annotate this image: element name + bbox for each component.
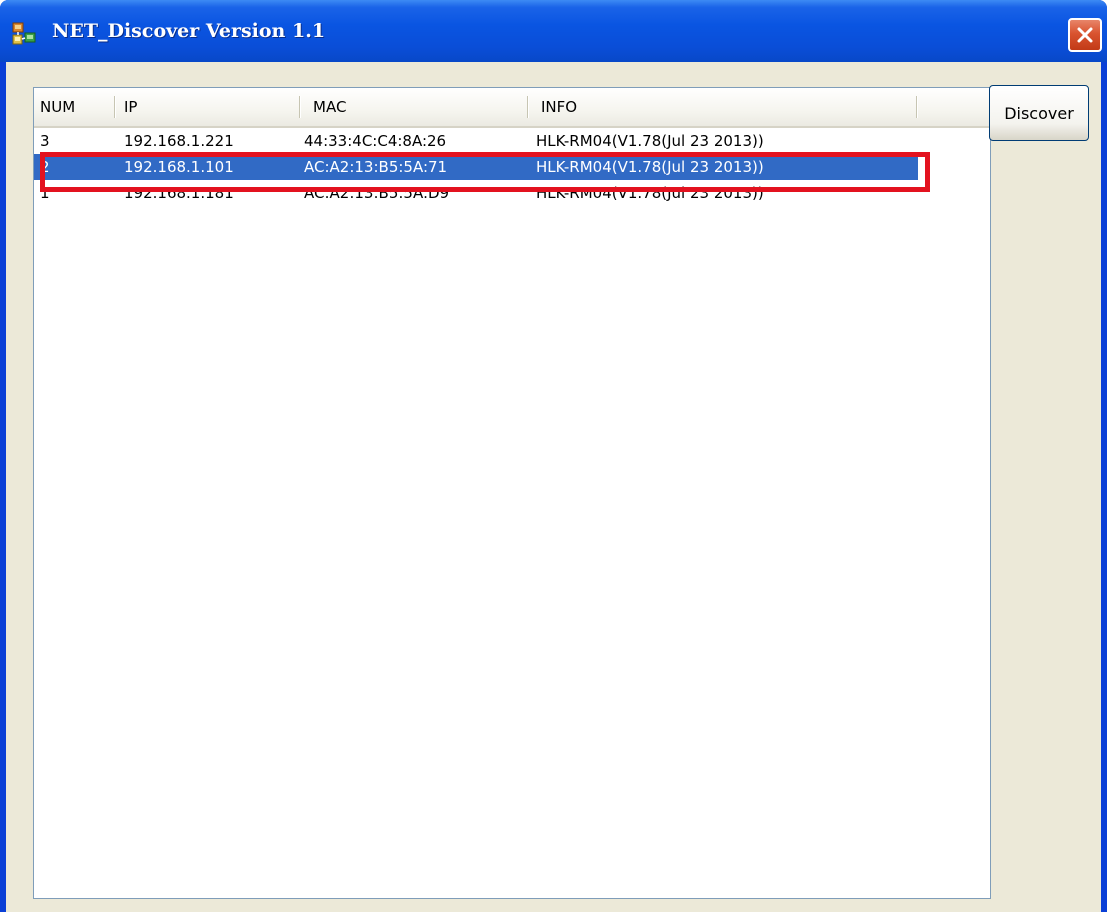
cell-info: HLK-RM04(V1.78(Jul 23 2013))	[536, 132, 764, 150]
discover-button[interactable]: Discover	[989, 85, 1089, 141]
close-button[interactable]	[1068, 18, 1102, 52]
cell-ip: 192.168.1.101	[124, 158, 234, 176]
column-separator[interactable]	[114, 96, 115, 118]
cell-ip: 192.168.1.221	[124, 132, 234, 150]
device-list[interactable]: NUM IP MAC INFO 3 192.168.1.221 44:33:4C…	[33, 87, 991, 899]
cell-info: HLK-RM04(V1.78(Jul 23 2013))	[536, 158, 764, 176]
table-row[interactable]: 3 192.168.1.221 44:33:4C:C4:8A:26 HLK-RM…	[34, 128, 990, 154]
column-separator[interactable]	[916, 96, 917, 118]
title-bar[interactable]: NET_Discover Version 1.1	[0, 0, 1107, 62]
column-header-ip[interactable]: IP	[118, 88, 298, 126]
column-header-num[interactable]: NUM	[34, 88, 114, 126]
cell-num: 1	[40, 184, 50, 202]
cell-mac: AC:A2:13:B5:5A:71	[304, 158, 448, 176]
table-row[interactable]: 1 192.168.1.181 AC:A2:13:B5:5A:D9 HLK-RM…	[34, 180, 990, 206]
cell-mac: 44:33:4C:C4:8A:26	[304, 132, 447, 150]
column-separator[interactable]	[527, 96, 528, 118]
column-separator[interactable]	[299, 96, 300, 118]
network-app-icon	[12, 22, 36, 46]
column-header-info[interactable]: INFO	[535, 88, 915, 126]
cell-num: 2	[40, 158, 50, 176]
table-row-selected[interactable]: 2 192.168.1.101 AC:A2:13:B5:5A:71 HLK-RM…	[34, 154, 990, 180]
cell-info: HLK-RM04(V1.78(Jul 23 2013))	[536, 184, 764, 202]
window-title: NET_Discover Version 1.1	[52, 20, 326, 42]
cell-mac: AC:A2:13:B5:5A:D9	[304, 184, 450, 202]
list-header: NUM IP MAC INFO	[34, 88, 990, 128]
cell-num: 3	[40, 132, 50, 150]
app-window: NET_Discover Version 1.1 NUM IP MAC INFO…	[0, 0, 1107, 912]
cell-ip: 192.168.1.181	[124, 184, 234, 202]
column-header-mac[interactable]: MAC	[307, 88, 527, 126]
client-area: NUM IP MAC INFO 3 192.168.1.221 44:33:4C…	[6, 62, 1101, 912]
close-icon	[1077, 27, 1093, 43]
